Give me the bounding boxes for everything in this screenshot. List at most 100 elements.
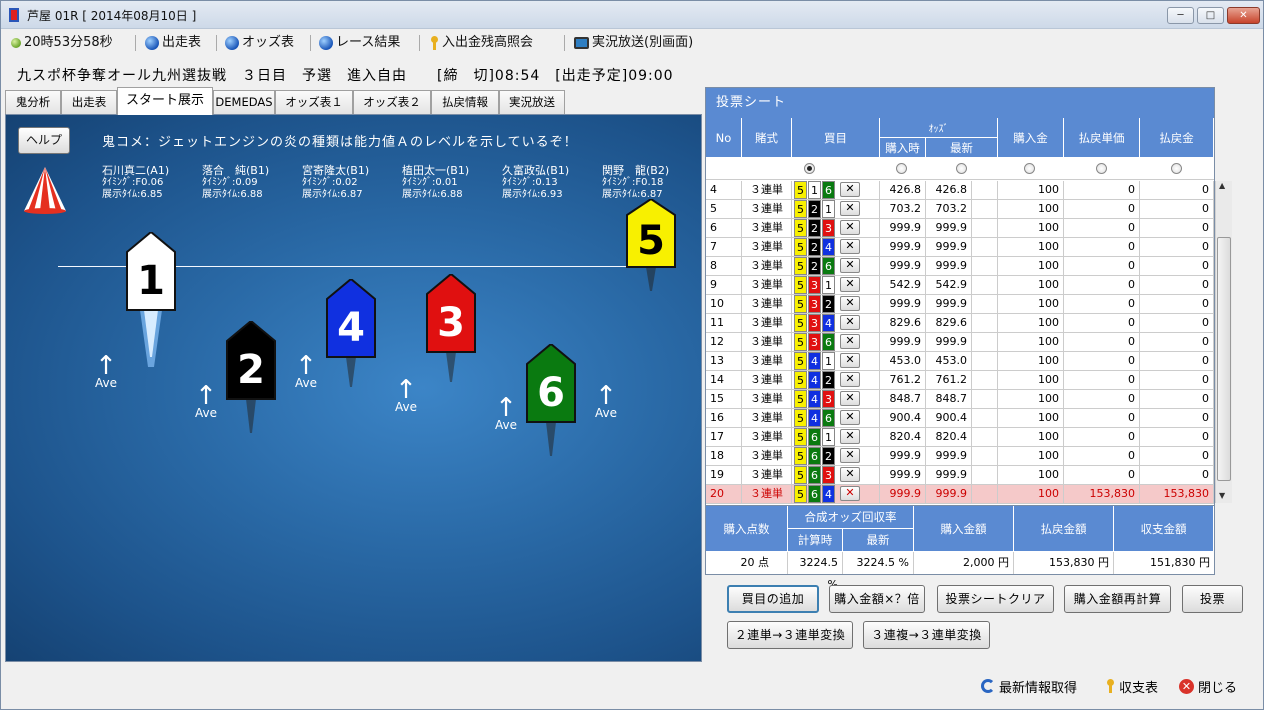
scroll-up-icon[interactable]: ▲: [1219, 181, 1225, 190]
refresh-link[interactable]: 最新情報取得: [981, 677, 1077, 696]
bet-row[interactable]: 6 ３連単 5 2 3 ✕ 999.9 999.9 100 0 0: [706, 219, 1214, 238]
remove-row-button[interactable]: ✕: [840, 182, 860, 197]
vote-button[interactable]: 投票: [1182, 585, 1243, 613]
lane-b: 4: [808, 409, 821, 427]
lane-a: 5: [794, 409, 807, 427]
lane-c: 2: [822, 447, 835, 465]
multiply-amount-button[interactable]: 購入金額×？倍: [829, 585, 925, 613]
bet-row[interactable]: 14 ３連単 5 4 2 ✕ 761.2 761.2 100 0 0: [706, 371, 1214, 390]
convert-3f-button[interactable]: ３連複→３連単変換: [863, 621, 990, 649]
lane-c: 1: [822, 428, 835, 446]
bet-row[interactable]: 5 ３連単 5 2 1 ✕ 703.2 703.2 100 0 0: [706, 200, 1214, 219]
tab-start-exhibition[interactable]: スタート展示: [117, 87, 213, 115]
row-combo: 5 4 2 ✕: [792, 371, 880, 389]
remove-row-button[interactable]: ✕: [840, 315, 860, 330]
lane-a: 5: [794, 238, 807, 256]
bet-row[interactable]: 16 ３連単 5 4 6 ✕ 900.4 900.4 100 0 0: [706, 409, 1214, 428]
sheet-scrollbar[interactable]: ▲ ▼: [1215, 181, 1232, 503]
convert-2t-button[interactable]: ２連単→３連単変換: [727, 621, 853, 649]
tab-live[interactable]: 実況放送: [499, 90, 565, 114]
remove-row-button[interactable]: ✕: [840, 467, 860, 482]
tab-payout-info[interactable]: 払戻情報: [431, 90, 499, 114]
toolbar: 20時53分58秒 出走表 オッズ表 レース結果 入出金残高照会 実況放送(別画…: [1, 30, 1263, 56]
remove-row-button[interactable]: ✕: [840, 410, 860, 425]
scroll-down-icon[interactable]: ▼: [1219, 491, 1225, 500]
bet-row[interactable]: 8 ３連単 5 2 6 ✕ 999.9 999.9 100 0 0: [706, 257, 1214, 276]
bet-row[interactable]: 15 ３連単 5 4 3 ✕ 848.7 848.7 100 0 0: [706, 390, 1214, 409]
remove-row-button[interactable]: ✕: [840, 277, 860, 292]
lane-b: 2: [808, 257, 821, 275]
row-amount: 100: [998, 428, 1064, 446]
tab-odds-2[interactable]: オッズ表２: [353, 90, 431, 114]
row-payout: 0: [1140, 238, 1214, 256]
row-spacer: [972, 200, 998, 218]
recalc-amount-button[interactable]: 購入金額再計算: [1064, 585, 1171, 613]
row-payout: 0: [1140, 181, 1214, 199]
row-unit-payout: 0: [1064, 428, 1140, 446]
row-combo: 5 3 1 ✕: [792, 276, 880, 294]
row-bet-type: ３連単: [742, 428, 792, 446]
close-link[interactable]: ✕ 閉じる: [1179, 677, 1237, 696]
add-combo-button[interactable]: 買目の追加: [727, 585, 819, 613]
row-no: 14: [706, 371, 742, 389]
row-unit-payout: 0: [1064, 333, 1140, 351]
close-window-button[interactable]: ✕: [1227, 7, 1260, 24]
row-no: 18: [706, 447, 742, 465]
tab-entry-table[interactable]: 出走表: [61, 90, 117, 114]
bet-row[interactable]: 19 ３連単 5 6 3 ✕ 999.9 999.9 100 0 0: [706, 466, 1214, 485]
bet-row[interactable]: 4 ３連単 5 1 6 ✕ 426.8 426.8 100 0 0: [706, 181, 1214, 200]
minimize-button[interactable]: ─: [1167, 7, 1194, 24]
ledger-link[interactable]: 収支表: [1105, 677, 1158, 696]
lane-b: 4: [808, 390, 821, 408]
remove-row-button[interactable]: ✕: [840, 334, 860, 349]
remove-row-button[interactable]: ✕: [840, 296, 860, 311]
sort-radio-odds-buy[interactable]: [896, 163, 907, 174]
remove-row-button[interactable]: ✕: [840, 448, 860, 463]
row-unit-payout: 0: [1064, 219, 1140, 237]
bet-row[interactable]: 18 ３連単 5 6 2 ✕ 999.9 999.9 100 0 0: [706, 447, 1214, 466]
bet-row[interactable]: 9 ３連単 5 3 1 ✕ 542.9 542.9 100 0 0: [706, 276, 1214, 295]
remove-row-button[interactable]: ✕: [840, 353, 860, 368]
clear-sheet-button[interactable]: 投票シートクリア: [937, 585, 1054, 613]
bet-row[interactable]: 17 ３連単 5 6 1 ✕ 820.4 820.4 100 0 0: [706, 428, 1214, 447]
bet-row[interactable]: 20 ３連単 5 6 4 ✕ 999.9 999.9 100 153,830 153,830: [706, 485, 1214, 504]
row-unit-payout: 0: [1064, 409, 1140, 427]
sort-radio-unit[interactable]: [1096, 163, 1107, 174]
row-payout: 0: [1140, 409, 1214, 427]
help-button[interactable]: ヘルプ: [18, 127, 70, 154]
remove-row-button[interactable]: ✕: [840, 429, 860, 444]
tab-demedas[interactable]: DEMEDAS: [213, 90, 275, 114]
bet-row[interactable]: 11 ３連単 5 3 4 ✕ 829.6 829.6 100 0 0: [706, 314, 1214, 333]
sort-radio-combo[interactable]: [804, 163, 815, 174]
sort-radio-odds-new[interactable]: [956, 163, 967, 174]
racer-timing: ﾀｲﾐﾝｸﾞ:F0.06: [102, 177, 164, 188]
live-broadcast-button[interactable]: 実況放送(別画面): [574, 33, 693, 53]
row-payout: 0: [1140, 257, 1214, 275]
balance-inquiry-button[interactable]: 入出金残高照会: [429, 33, 533, 53]
scroll-thumb[interactable]: [1217, 237, 1231, 481]
race-result-button[interactable]: レース結果: [319, 33, 400, 53]
remove-row-button[interactable]: ✕: [840, 372, 860, 387]
remove-row-button[interactable]: ✕: [840, 201, 860, 216]
entry-table-button[interactable]: 出走表: [145, 33, 201, 53]
tab-oni-analysis[interactable]: 鬼分析: [5, 90, 61, 114]
main-window: 芦屋 01R [ 2014年08月10日 ] ─ □ ✕ 20時53分58秒 出…: [0, 0, 1264, 710]
odds-table-button[interactable]: オッズ表: [225, 33, 294, 53]
maximize-button[interactable]: □: [1197, 7, 1224, 24]
row-bet-type: ３連単: [742, 390, 792, 408]
tab-odds-1[interactable]: オッズ表１: [275, 90, 353, 114]
row-odds-new: 426.8: [926, 181, 972, 199]
remove-row-button[interactable]: ✕: [840, 486, 860, 501]
bet-row[interactable]: 12 ３連単 5 3 6 ✕ 999.9 999.9 100 0 0: [706, 333, 1214, 352]
remove-row-button[interactable]: ✕: [840, 391, 860, 406]
remove-row-button[interactable]: ✕: [840, 239, 860, 254]
bet-row[interactable]: 13 ３連単 5 4 1 ✕ 453.0 453.0 100 0 0: [706, 352, 1214, 371]
remove-row-button[interactable]: ✕: [840, 258, 860, 273]
racer-2-info: 落合 純(B1) ﾀｲﾐﾝｸﾞ:0.09 展示ﾀｲﾑ:6.88: [202, 165, 302, 201]
row-unit-payout: 0: [1064, 257, 1140, 275]
sort-radio-amount[interactable]: [1024, 163, 1035, 174]
remove-row-button[interactable]: ✕: [840, 220, 860, 235]
bet-row[interactable]: 7 ３連単 5 2 4 ✕ 999.9 999.9 100 0 0: [706, 238, 1214, 257]
sort-radio-payout[interactable]: [1171, 163, 1182, 174]
bet-row[interactable]: 10 ３連単 5 3 2 ✕ 999.9 999.9 100 0 0: [706, 295, 1214, 314]
